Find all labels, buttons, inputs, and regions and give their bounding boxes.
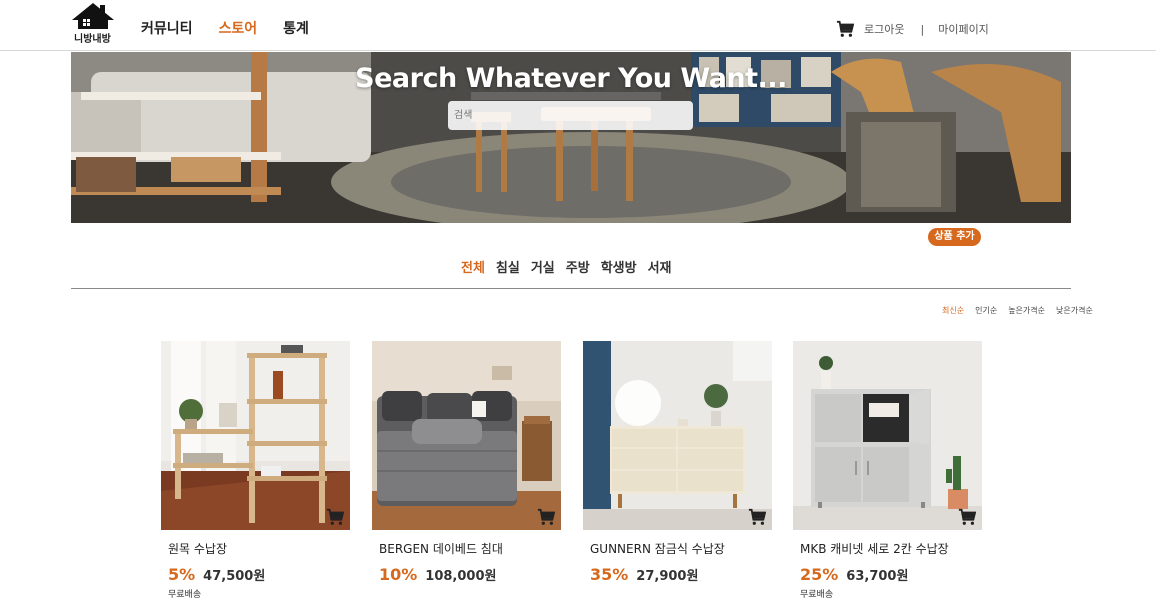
category-livingroom[interactable]: 거실 [531, 257, 555, 276]
product-card[interactable]: MKB 캐비넷 세로 2칸 수납장 25% 63,700원 무료배송 [793, 341, 982, 600]
product-card[interactable]: BERGEN 데이베드 침대 10% 108,000원 [372, 341, 561, 587]
price-row: 35% 27,900원 [590, 565, 772, 584]
product-image[interactable] [161, 341, 350, 530]
nav-community[interactable]: 커뮤니티 [141, 18, 193, 38]
add-to-cart-icon[interactable] [748, 508, 766, 526]
sort-price-low[interactable]: 낮은가격순 [1056, 305, 1093, 316]
product-card[interactable]: 원목 수납장 5% 47,500원 무료배송 [161, 341, 350, 600]
category-all[interactable]: 전체 [461, 257, 485, 276]
header-separator: | [920, 22, 925, 36]
price-row: 10% 108,000원 [379, 565, 561, 584]
house-icon [72, 3, 114, 29]
discount-rate: 5% [168, 565, 196, 584]
product-name[interactable]: MKB 캐비넷 세로 2칸 수납장 [800, 540, 982, 557]
sort-options: 최신순 인기순 높은가격순 낮은가격순 [942, 305, 1093, 316]
sort-latest[interactable]: 최신순 [942, 305, 964, 316]
product-image[interactable] [793, 341, 982, 530]
dresser-image [583, 341, 772, 530]
sort-price-high[interactable]: 높은가격순 [1008, 305, 1045, 316]
product-price: 47,500원 [203, 569, 266, 584]
add-product-button[interactable]: 상품 추가 [928, 228, 981, 246]
main-nav: 커뮤니티 스토어 통계 [141, 18, 309, 38]
add-to-cart-icon[interactable] [537, 508, 555, 526]
product-price: 27,900원 [636, 569, 699, 584]
mypage-link[interactable]: 마이페이지 [938, 21, 989, 37]
hero-banner: Search Whatever You Want... [71, 52, 1071, 223]
category-studentroom[interactable]: 학생방 [601, 257, 637, 276]
logout-link[interactable]: 로그아웃 [864, 21, 904, 37]
product-price: 108,000원 [425, 569, 497, 584]
hero-title: Search Whatever You Want... [355, 63, 787, 94]
category-kitchen[interactable]: 주방 [566, 257, 590, 276]
sort-popular[interactable]: 인기순 [975, 305, 997, 316]
category-divider [71, 288, 1071, 289]
shipping-info: 무료배송 [800, 590, 834, 600]
add-to-cart-icon[interactable] [958, 508, 976, 526]
product-image[interactable] [372, 341, 561, 530]
search-input[interactable] [448, 101, 693, 130]
nav-stats[interactable]: 통계 [283, 18, 309, 38]
site-logo[interactable]: 니방내방 [70, 2, 116, 45]
daybed-image [372, 341, 561, 530]
nav-store[interactable]: 스토어 [219, 18, 258, 38]
cabinet-image [793, 341, 982, 530]
discount-rate: 10% [379, 565, 418, 584]
wooden-shelf-image [161, 341, 350, 530]
price-row: 25% 63,700원 [800, 565, 982, 584]
top-header: 니방내방 커뮤니티 스토어 통계 로그아웃 | 마이페이지 [0, 0, 1156, 51]
product-name[interactable]: GUNNERN 잠금식 수납장 [590, 540, 772, 557]
add-to-cart-icon[interactable] [326, 508, 344, 526]
discount-rate: 35% [590, 565, 629, 584]
category-bedroom[interactable]: 침실 [496, 257, 520, 276]
logo-text: 니방내방 [74, 34, 111, 45]
category-tabs: 전체 침실 거실 주방 학생방 서재 [461, 257, 672, 276]
price-row: 5% 47,500원 [168, 565, 350, 584]
shipping-info: 무료배송 [168, 590, 202, 600]
product-name[interactable]: BERGEN 데이베드 침대 [379, 540, 561, 557]
cart-icon[interactable] [836, 20, 854, 38]
product-name[interactable]: 원목 수납장 [168, 540, 350, 557]
category-study[interactable]: 서재 [648, 257, 672, 276]
product-price: 63,700원 [846, 569, 909, 584]
discount-rate: 25% [800, 565, 839, 584]
product-image[interactable] [583, 341, 772, 530]
header-actions: 로그아웃 | 마이페이지 [836, 20, 989, 38]
product-card[interactable]: GUNNERN 잠금식 수납장 35% 27,900원 [583, 341, 772, 587]
